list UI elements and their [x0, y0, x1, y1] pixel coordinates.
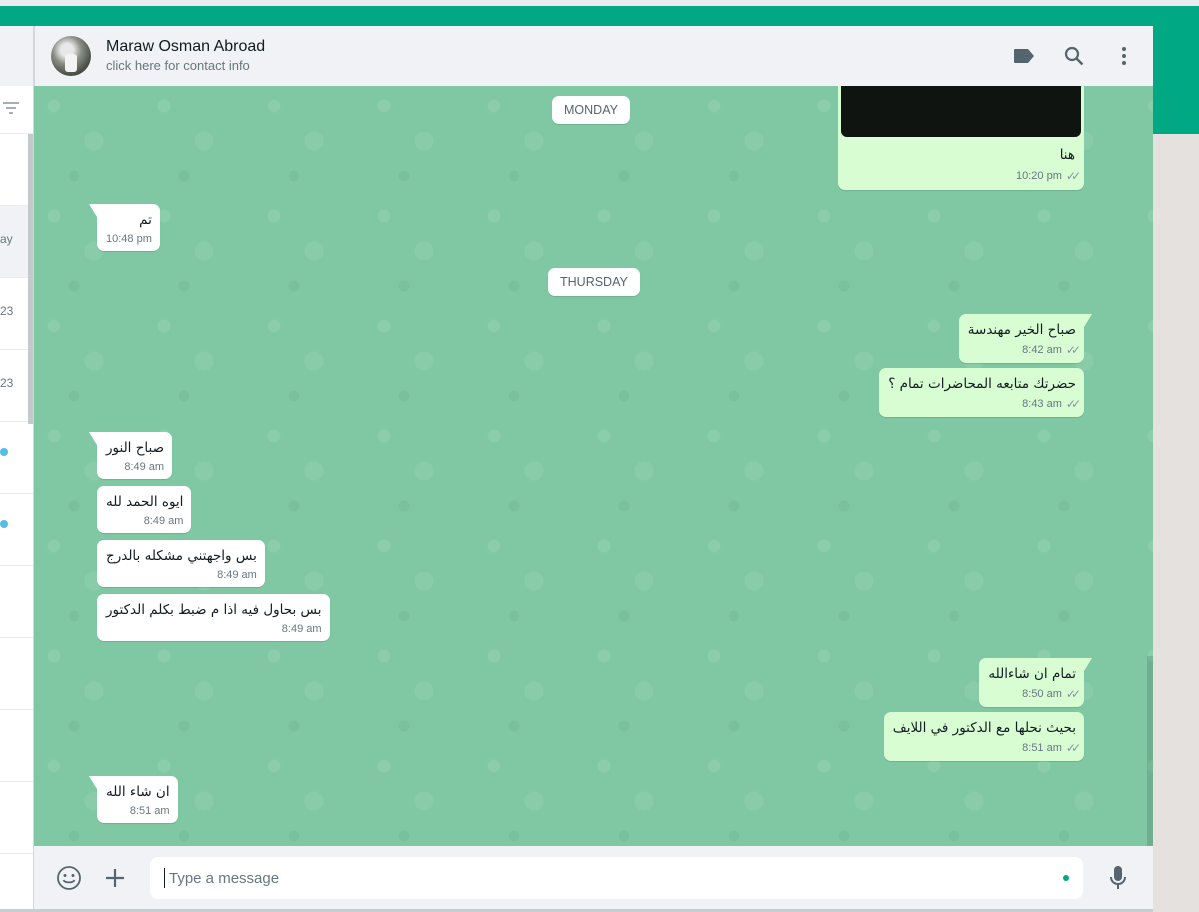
date-divider: THURSDAY	[548, 268, 640, 296]
message-time: 8:49 am	[281, 623, 322, 635]
contact-subtitle: click here for contact info	[106, 58, 250, 73]
outgoing-message[interactable]: تمام ان شاءالله 8:50 am ✓✓	[979, 658, 1092, 707]
message-time: 8:50 am	[1022, 688, 1062, 700]
chat-list-sidebar: ay 23 23	[0, 26, 34, 912]
chat-header[interactable]: Maraw Osman Abroad click here for contac…	[34, 26, 1153, 86]
double-check-icon: ✓✓	[1065, 397, 1081, 411]
message-meta: 8:43 am ✓✓	[888, 397, 1081, 411]
filter-icon[interactable]	[3, 101, 19, 119]
message-text: حضرتك متابعه المحاضرات تمام ؟	[888, 376, 1076, 392]
date-divider: MONDAY	[552, 96, 630, 124]
double-check-icon: ✓✓	[1065, 687, 1081, 701]
message-text: تم	[139, 212, 152, 228]
message-text: بس بحاول فيه اذا م ضبط بكلم الدكتور	[106, 602, 322, 618]
message-meta: 8:49 am	[106, 569, 257, 581]
message-meta: 8:42 am ✓✓	[968, 343, 1081, 357]
label-icon[interactable]	[1011, 43, 1037, 69]
message-input-wrapper	[150, 857, 1083, 899]
message-meta: 8:49 am	[106, 461, 164, 473]
incoming-message[interactable]: بس بحاول فيه اذا م ضبط بكلم الدكتور 8:49…	[97, 594, 330, 641]
message-text: صباح النور	[106, 440, 165, 456]
app-top-band	[0, 0, 1199, 26]
app-right-band	[1153, 26, 1199, 134]
search-icon[interactable]	[1061, 43, 1087, 69]
emoji-icon[interactable]	[50, 859, 88, 897]
contact-info[interactable]: Maraw Osman Abroad click here for contac…	[106, 37, 1011, 75]
attach-plus-icon[interactable]	[96, 859, 134, 897]
unread-dot-icon	[0, 520, 8, 528]
conversation-panel: Maraw Osman Abroad click here for contac…	[34, 26, 1153, 910]
message-meta: 8:51 am	[106, 805, 170, 817]
message-composer	[34, 846, 1153, 910]
message-time: 8:43 am	[1022, 398, 1062, 410]
double-check-icon: ✓✓	[1065, 741, 1081, 755]
chat-list-item[interactable]	[0, 494, 33, 566]
outgoing-message[interactable]: بحيث نحلها مع الدكتور في اللايف 8:51 am …	[883, 712, 1084, 761]
sidebar-header	[0, 26, 33, 86]
incoming-message[interactable]: بس واجهتني مشكله بالدرج 8:49 am	[97, 540, 265, 587]
message-time: 8:49 am	[143, 515, 184, 527]
chat-list-item[interactable]	[0, 782, 33, 854]
outgoing-image-message[interactable]: هنا 10:20 pm ✓✓	[838, 86, 1084, 190]
message-meta: 8:50 am ✓✓	[988, 687, 1081, 701]
contact-name: Maraw Osman Abroad	[106, 38, 266, 55]
message-text: تمام ان شاءالله	[988, 666, 1076, 682]
chat-list-item[interactable]	[0, 638, 33, 710]
incoming-message[interactable]: ايوه الحمد لله 8:49 am	[97, 486, 192, 533]
message-time: 8:42 am	[1022, 344, 1062, 356]
message-meta: 8:51 am ✓✓	[893, 741, 1081, 755]
microphone-icon[interactable]	[1099, 859, 1137, 897]
message-time: 10:48 pm	[106, 233, 152, 245]
unread-dot-icon	[0, 448, 8, 456]
app-right-background	[1153, 134, 1199, 912]
message-meta: 10:20 pm ✓✓	[1016, 169, 1081, 183]
incoming-message[interactable]: صباح النور 8:49 am	[88, 432, 173, 479]
message-time: 8:49 am	[217, 569, 257, 581]
message-text: ان شاء الله	[106, 784, 170, 800]
sidebar-filter-row	[0, 86, 33, 134]
chat-list-item[interactable]	[0, 422, 33, 494]
message-meta: 8:49 am	[106, 515, 184, 527]
message-text: ايوه الحمد لله	[106, 494, 184, 510]
sidebar-scrollbar[interactable]	[28, 134, 33, 424]
avatar[interactable]	[51, 36, 91, 76]
outgoing-message[interactable]: صباح الخير مهندسة 8:42 am ✓✓	[958, 314, 1093, 363]
incoming-message[interactable]: ان شاء الله 8:51 am	[89, 776, 178, 823]
message-time: 10:20 pm	[1016, 170, 1062, 182]
chat-list-item[interactable]	[0, 710, 33, 782]
message-text: بحيث نحلها مع الدكتور في اللايف	[892, 720, 1076, 736]
message-text: بس واجهتني مشكله بالدرج	[106, 548, 257, 564]
status-dot-icon	[1063, 875, 1069, 881]
message-image[interactable]	[841, 86, 1081, 137]
double-check-icon: ✓✓	[1065, 343, 1081, 357]
incoming-message[interactable]: تم 10:48 pm	[89, 204, 160, 251]
menu-icon[interactable]	[1111, 43, 1137, 69]
double-check-icon: ✓✓	[1065, 169, 1081, 183]
message-text: هنا	[1059, 147, 1075, 163]
chat-list-item[interactable]	[0, 566, 33, 638]
message-meta: 8:49 am	[106, 623, 322, 635]
message-list[interactable]: هنا 10:20 pm ✓✓ MONDAY تم 10:48 pm THURS…	[34, 86, 1153, 846]
message-time: 8:51 am	[1022, 742, 1062, 754]
message-text: صباح الخير مهندسة	[967, 322, 1076, 338]
message-list-scrollbar[interactable]	[1147, 656, 1153, 846]
message-time: 8:49 am	[124, 461, 165, 473]
outgoing-message[interactable]: حضرتك متابعه المحاضرات تمام ؟ 8:43 am ✓✓	[879, 368, 1084, 417]
message-input[interactable]	[164, 868, 1063, 888]
message-time: 8:51 am	[129, 805, 170, 817]
message-meta: 10:48 pm	[106, 233, 152, 245]
